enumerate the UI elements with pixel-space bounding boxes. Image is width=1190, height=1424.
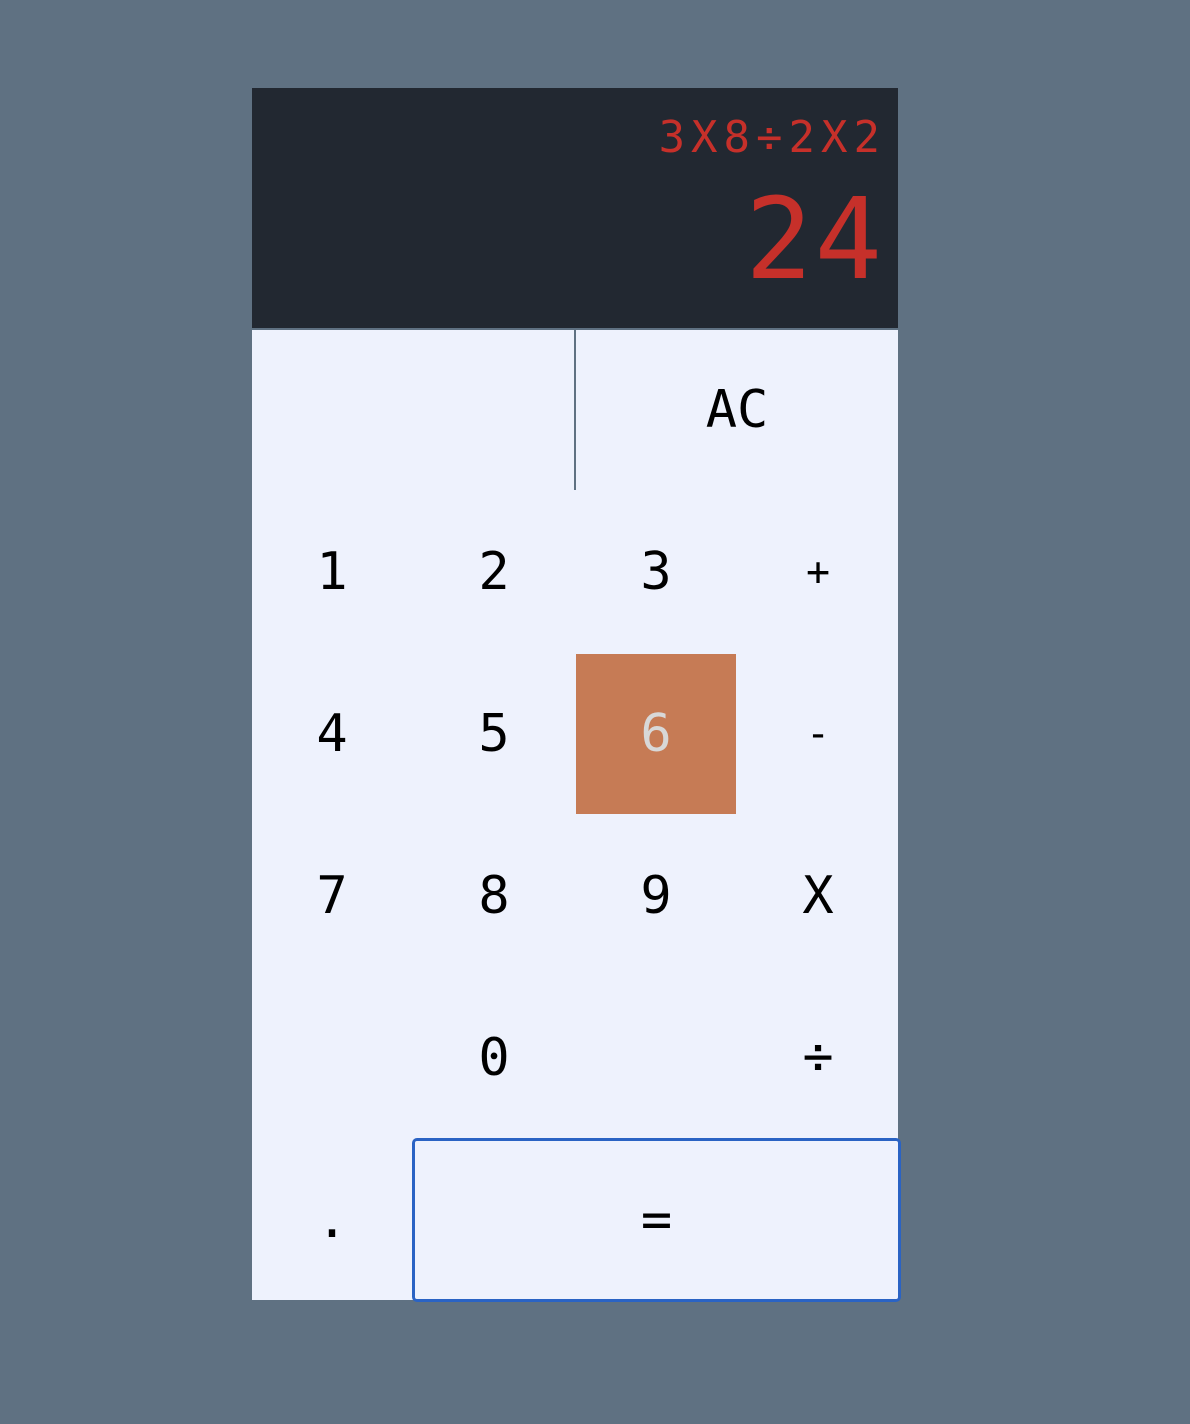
all-clear-button[interactable]: AC [576, 330, 898, 490]
display: 3X8÷2X2 24 [252, 88, 898, 328]
grid-line [574, 330, 576, 490]
plus-button[interactable]: + [738, 492, 898, 652]
divide-button[interactable]: ÷ [738, 978, 898, 1136]
digit-9-button[interactable]: 9 [576, 816, 736, 976]
multiply-button[interactable]: X [738, 816, 898, 976]
blank-key-middle [576, 978, 736, 1136]
digit-1-button[interactable]: 1 [252, 492, 412, 652]
digit-5-button[interactable]: 5 [414, 654, 574, 814]
digit-3-button[interactable]: 3 [576, 492, 736, 652]
digit-7-button[interactable]: 7 [252, 816, 412, 976]
equals-button[interactable]: = [412, 1138, 901, 1302]
digit-2-button[interactable]: 2 [414, 492, 574, 652]
calculator: 3X8÷2X2 24 AC 1 2 3 + 4 5 6 - 7 8 9 X 0 … [252, 88, 901, 1302]
minus-button[interactable]: - [738, 654, 898, 814]
blank-key-top [252, 330, 574, 490]
digit-8-button[interactable]: 8 [414, 816, 574, 976]
result-display: 24 [745, 175, 884, 305]
blank-key-left [252, 978, 412, 1138]
digit-0-button[interactable]: 0 [414, 978, 574, 1138]
digit-4-button[interactable]: 4 [252, 654, 412, 814]
expression-display: 3X8÷2X2 [658, 112, 886, 163]
decimal-button[interactable]: . [252, 1140, 412, 1300]
digit-6-button[interactable]: 6 [576, 654, 736, 814]
